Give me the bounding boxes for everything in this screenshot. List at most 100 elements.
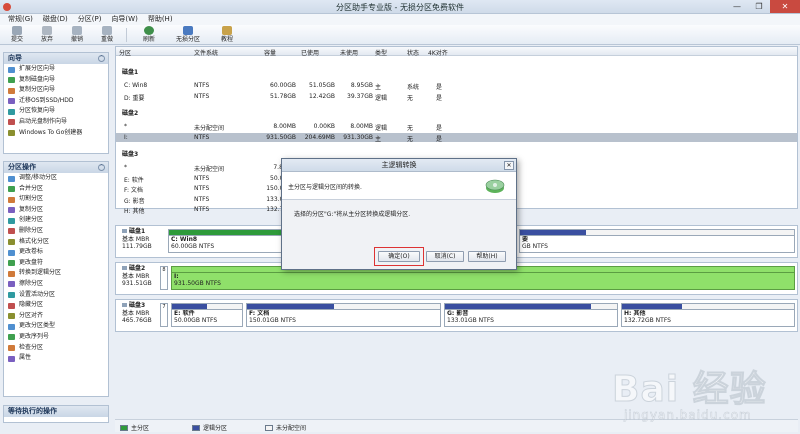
legend-swatch bbox=[192, 424, 200, 431]
refresh-button[interactable]: 刷新 bbox=[134, 26, 164, 43]
refresh-icon bbox=[144, 26, 154, 35]
table-cell: * bbox=[124, 164, 127, 171]
disk-group-header[interactable]: 磁盘1 bbox=[122, 67, 138, 76]
window-controls: — ❐ ✕ bbox=[726, 0, 800, 13]
menu-help[interactable]: 帮助(H) bbox=[143, 14, 178, 25]
disk-info: 磁盘1 基本 MBR 111.79GB bbox=[122, 228, 152, 250]
operation-item[interactable]: 合并分区 bbox=[4, 184, 108, 195]
table-cell: 60.00GB bbox=[270, 82, 296, 89]
operation-item[interactable]: 擦除分区 bbox=[4, 279, 108, 290]
tutorial-button[interactable]: 教程 bbox=[212, 26, 242, 43]
table-row[interactable]: D: 重要 NTFS 51.78GB 12.42GB 39.37GB 逻辑 无 是 bbox=[116, 92, 797, 102]
unallocated-block[interactable]: 7 bbox=[160, 303, 168, 327]
discard-button[interactable]: 放弃 bbox=[32, 26, 62, 43]
table-row[interactable]: C: Win8 NTFS 60.00GB 51.05GB 8.95GB 主 系统 是 bbox=[116, 81, 797, 91]
left-panel: 向导 ⌃ 扩展分区向导 复制磁盘向导 复制分区向导 迁移OS到SSD/HDD 分区恢复向… bbox=[3, 47, 109, 423]
menu-disk[interactable]: 磁盘(D) bbox=[38, 14, 73, 25]
redo-button[interactable]: 重做 bbox=[92, 26, 122, 43]
operation-item[interactable]: 更改序列号 bbox=[4, 332, 108, 343]
operation-item[interactable]: 删除分区 bbox=[4, 226, 108, 237]
action-icon bbox=[8, 207, 15, 214]
cancel-button[interactable]: 取消(C) bbox=[426, 251, 464, 262]
col-used[interactable]: 已使用 bbox=[301, 48, 319, 57]
operation-item[interactable]: 调整/移动分区 bbox=[4, 173, 108, 184]
dialog-message: 选择的分区"G:"将从主分区转换成逻辑分区. bbox=[294, 211, 411, 218]
action-icon bbox=[8, 239, 15, 246]
operation-item[interactable]: 切割分区 bbox=[4, 194, 108, 205]
dialog-close-button[interactable]: ✕ bbox=[504, 161, 514, 170]
table-row[interactable]: * 未分配空间 8.00MB 0.00KB 8.00MB 逻辑无是 bbox=[116, 122, 797, 132]
help-button[interactable]: 帮助(H) bbox=[468, 251, 506, 262]
partition-block[interactable]: E: 软件 50.00GB NTFS bbox=[171, 303, 243, 327]
col-status[interactable]: 状态 bbox=[407, 48, 419, 57]
wizard-item[interactable]: 启动光盘制作向导 bbox=[4, 117, 108, 128]
lossless-partition-button[interactable]: 无损分区 bbox=[170, 26, 206, 43]
operation-item[interactable]: 更改分区类型 bbox=[4, 321, 108, 332]
disk-group-header[interactable]: 磁盘2 bbox=[122, 108, 138, 117]
operation-item[interactable]: 更改卷标 bbox=[4, 247, 108, 258]
close-button[interactable]: ✕ bbox=[770, 0, 800, 13]
partition-block[interactable]: F: 文档 150.01GB NTFS bbox=[246, 303, 441, 327]
disk-map-3[interactable]: 磁盘3 基本 MBR 465.76GB 7 E: 软件 50.00GB NTFS… bbox=[115, 299, 798, 332]
table-cell: 无 bbox=[407, 94, 414, 102]
undo-button[interactable]: 撤销 bbox=[62, 26, 92, 43]
pending-panel-header[interactable]: 等待执行的操作 bbox=[4, 406, 108, 417]
dialog-title: 主逻辑转换 bbox=[381, 161, 417, 169]
commit-button[interactable]: 提交 bbox=[2, 26, 32, 43]
operation-item[interactable]: 隐藏分区 bbox=[4, 300, 108, 311]
operation-item[interactable]: 检查分区 bbox=[4, 343, 108, 354]
operations-panel-header[interactable]: 分区操作 ⌃ bbox=[4, 162, 108, 173]
operation-item[interactable]: 属性 bbox=[4, 353, 108, 364]
table-cell: 39.37GB bbox=[347, 92, 373, 100]
unallocated-block[interactable]: 8 bbox=[160, 266, 168, 290]
window-title: 分区助手专业版 - 无损分区免费软件 bbox=[336, 3, 464, 12]
partition-block[interactable]: 要 GB NTFS bbox=[519, 229, 795, 253]
table-cell: 未分配空间 bbox=[194, 166, 225, 173]
col-free[interactable]: 未使用 bbox=[340, 48, 358, 57]
legend-unallocated: 未分配空间 bbox=[265, 423, 306, 432]
operation-item[interactable]: 格式化分区 bbox=[4, 237, 108, 248]
table-cell: 204.69MB bbox=[304, 133, 335, 141]
maximize-button[interactable]: ❐ bbox=[748, 0, 770, 13]
table-cell: 是 bbox=[436, 94, 443, 102]
table-cell: 931.50GB bbox=[266, 133, 296, 141]
ok-button[interactable]: 确定(O) bbox=[378, 251, 420, 262]
operation-item[interactable]: 转换到逻辑分区 bbox=[4, 268, 108, 279]
partition-block[interactable]: G: 影音 133.01GB NTFS bbox=[444, 303, 618, 327]
wizard-panel-header[interactable]: 向导 ⌃ bbox=[4, 53, 108, 64]
wizard-item[interactable]: 分区恢复向导 bbox=[4, 106, 108, 117]
menu-general[interactable]: 常规(G) bbox=[3, 14, 38, 25]
disk-group-header[interactable]: 磁盘3 bbox=[122, 149, 138, 158]
table-cell: 51.78GB bbox=[270, 92, 296, 100]
wizard-item[interactable]: Windows To Go创建器 bbox=[4, 128, 108, 139]
table-row-selected[interactable]: I: NTFS 931.50GB 204.69MB 931.30GB 主 无 是 bbox=[116, 132, 797, 143]
wizard-item[interactable]: 复制磁盘向导 bbox=[4, 75, 108, 86]
table-cell: 12.42GB bbox=[309, 92, 335, 100]
menu-partition[interactable]: 分区(P) bbox=[73, 14, 107, 25]
operation-item[interactable]: 分区对齐 bbox=[4, 311, 108, 322]
partition-block[interactable]: H: 其他 132.72GB NTFS bbox=[621, 303, 795, 327]
col-filesystem[interactable]: 文件系统 bbox=[194, 48, 218, 57]
col-capacity[interactable]: 容量 bbox=[264, 48, 276, 57]
wizard-item[interactable]: 扩展分区向导 bbox=[4, 64, 108, 75]
col-4k-align[interactable]: 4K对齐 bbox=[428, 48, 448, 57]
minimize-button[interactable]: — bbox=[726, 0, 748, 13]
disk-icon bbox=[122, 266, 127, 270]
action-icon bbox=[8, 292, 15, 299]
operation-item[interactable]: 创建分区 bbox=[4, 215, 108, 226]
toolbar: 提交 放弃 撤销 重做 刷新 无损分区 教程 bbox=[0, 25, 800, 45]
operation-item[interactable]: 复制分区 bbox=[4, 205, 108, 216]
action-icon bbox=[8, 302, 15, 309]
operation-item[interactable]: 更改盘符 bbox=[4, 258, 108, 269]
wizard-item[interactable]: 迁移OS到SSD/HDD bbox=[4, 96, 108, 107]
wizard-item[interactable]: 复制分区向导 bbox=[4, 85, 108, 96]
collapse-icon[interactable]: ⌃ bbox=[98, 55, 105, 62]
operations-panel: 分区操作 ⌃ 调整/移动分区 合并分区 切割分区 复制分区 创建分区 删除分区 格式化分区更… bbox=[3, 161, 109, 397]
disk-icon bbox=[122, 303, 127, 307]
col-type[interactable]: 类型 bbox=[375, 48, 387, 57]
table-cell: F: 文档 bbox=[124, 187, 143, 194]
operation-item[interactable]: 设置活动分区 bbox=[4, 290, 108, 301]
menu-wizard[interactable]: 向导(W) bbox=[106, 14, 142, 25]
collapse-icon[interactable]: ⌃ bbox=[98, 164, 105, 171]
col-partition[interactable]: 分区 bbox=[119, 48, 131, 57]
